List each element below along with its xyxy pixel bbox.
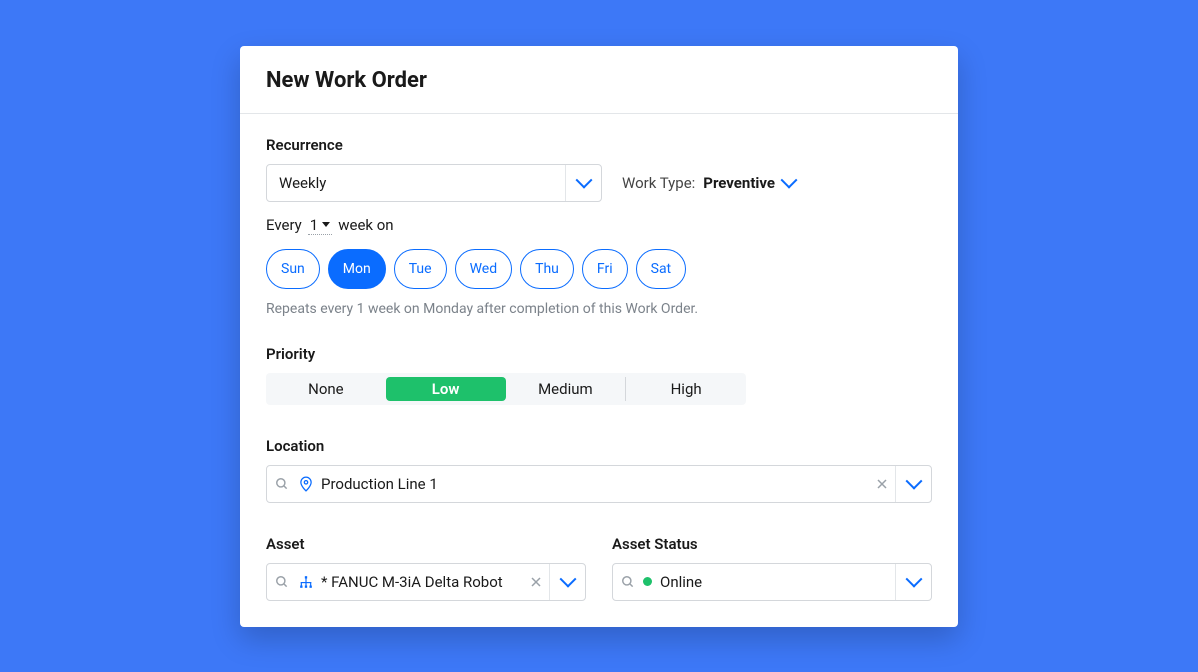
day-picker: SunMonTueWedThuFriSat (266, 249, 932, 289)
chevron-down-icon (575, 171, 592, 188)
recurrence-value: Weekly (267, 174, 565, 192)
asset-status-value: Online (660, 573, 895, 591)
asset-status-col: Asset Status Online (612, 535, 932, 601)
asset-col: Asset * FANUC M-3iA Delta Robot (266, 535, 586, 601)
chevron-down-icon (905, 570, 922, 587)
priority-high[interactable]: High (626, 377, 746, 401)
priority-label: Priority (266, 345, 932, 363)
asset-row: Asset * FANUC M-3iA Delta Robot (266, 535, 932, 601)
every-count-select[interactable]: 1 (308, 216, 332, 235)
asset-lookup[interactable]: * FANUC M-3iA Delta Robot (266, 563, 586, 601)
asset-dropdown-button[interactable] (549, 564, 585, 600)
new-work-order-card: New Work Order Recurrence Weekly Work Ty… (240, 46, 958, 627)
recurrence-dropdown-button[interactable] (565, 165, 601, 201)
recurrence-hint: Repeats every 1 week on Monday after com… (266, 301, 932, 317)
day-mon[interactable]: Mon (328, 249, 386, 289)
asset-status-label: Asset Status (612, 535, 932, 553)
asset-status-dropdown-button[interactable] (895, 564, 931, 600)
asset-status-lookup[interactable]: Online (612, 563, 932, 601)
status-online-dot-icon (643, 577, 652, 586)
priority-low[interactable]: Low (386, 377, 506, 401)
hierarchy-icon (297, 575, 315, 589)
page-title: New Work Order (266, 68, 932, 93)
priority-none[interactable]: None (266, 377, 386, 401)
recurrence-select[interactable]: Weekly (266, 164, 602, 202)
location-value: Production Line 1 (321, 475, 869, 493)
recurrence-row: Weekly Work Type: Preventive (266, 164, 932, 202)
card-header: New Work Order (240, 46, 958, 114)
priority-medium[interactable]: Medium (506, 377, 627, 401)
search-icon (267, 575, 297, 589)
chevron-down-icon (559, 570, 576, 587)
search-icon (267, 477, 297, 491)
every-suffix: week on (338, 216, 393, 234)
caret-down-icon (322, 222, 330, 227)
work-type-inline[interactable]: Work Type: Preventive (622, 174, 795, 192)
day-sun[interactable]: Sun (266, 249, 320, 289)
recurrence-every-line: Every 1 week on (266, 216, 932, 235)
work-type-value: Preventive (703, 174, 775, 192)
recurrence-label: Recurrence (266, 136, 932, 154)
asset-value: * FANUC M-3iA Delta Robot (321, 573, 523, 591)
day-tue[interactable]: Tue (394, 249, 447, 289)
location-lookup[interactable]: Production Line 1 (266, 465, 932, 503)
asset-label: Asset (266, 535, 586, 553)
location-label: Location (266, 437, 932, 455)
every-prefix: Every (266, 216, 302, 234)
search-icon (613, 575, 643, 589)
day-fri[interactable]: Fri (582, 249, 628, 289)
priority-segmented: NoneLowMediumHigh (266, 373, 746, 405)
location-dropdown-button[interactable] (895, 466, 931, 502)
clear-asset-button[interactable] (523, 576, 549, 588)
location-pin-icon (297, 476, 315, 492)
day-sat[interactable]: Sat (636, 249, 687, 289)
clear-location-button[interactable] (869, 478, 895, 490)
chevron-down-icon (905, 472, 922, 489)
every-count-value: 1 (310, 216, 318, 234)
day-wed[interactable]: Wed (455, 249, 513, 289)
card-body: Recurrence Weekly Work Type: Preventive … (240, 114, 958, 627)
chevron-down-icon (780, 171, 797, 188)
day-thu[interactable]: Thu (520, 249, 574, 289)
work-type-label: Work Type: (622, 174, 695, 192)
